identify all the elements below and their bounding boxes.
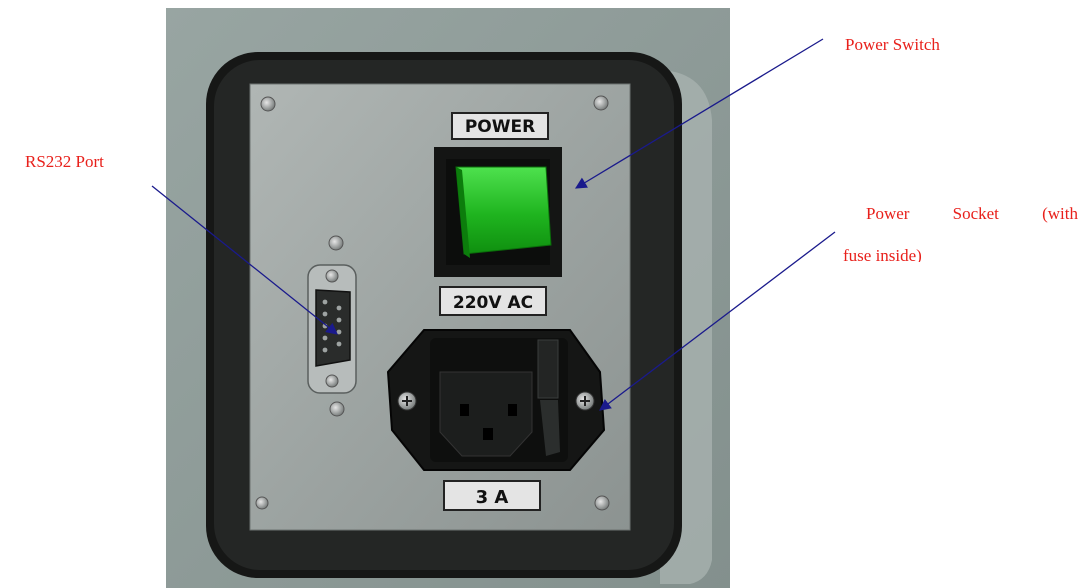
screw-icon <box>255 496 269 510</box>
rs232-port-callout: RS232 Port <box>25 152 104 171</box>
device-illustration: POWER 220V AC 3 A <box>151 8 836 588</box>
screw-icon <box>260 96 276 112</box>
power-socket-callout: Power Socket (with <box>866 204 1078 223</box>
socket-inlet <box>439 371 533 457</box>
rs232-port <box>307 264 357 394</box>
fuse-rating-label: 3 A <box>476 487 509 508</box>
power-label: POWER <box>465 117 535 137</box>
power-switch[interactable] <box>434 147 562 277</box>
screw-icon <box>329 401 345 417</box>
screw-icon <box>593 95 609 111</box>
socket-pin-ground <box>483 428 493 440</box>
power-socket-callout-continued: fuse inside) <box>843 246 922 262</box>
socket-pin-left <box>460 404 469 416</box>
socket-pin-right <box>508 404 517 416</box>
power-switch-callout: Power Switch <box>845 35 940 54</box>
screw-icon <box>594 495 610 511</box>
voltage-label: 220V AC <box>453 293 533 313</box>
screw-icon <box>325 269 339 283</box>
rs232-shell <box>315 289 351 367</box>
power-socket <box>386 329 606 471</box>
switch-rocker[interactable] <box>455 166 552 255</box>
fuse-drawer <box>537 339 559 399</box>
screw-icon <box>325 374 339 388</box>
screw-icon <box>328 235 344 251</box>
